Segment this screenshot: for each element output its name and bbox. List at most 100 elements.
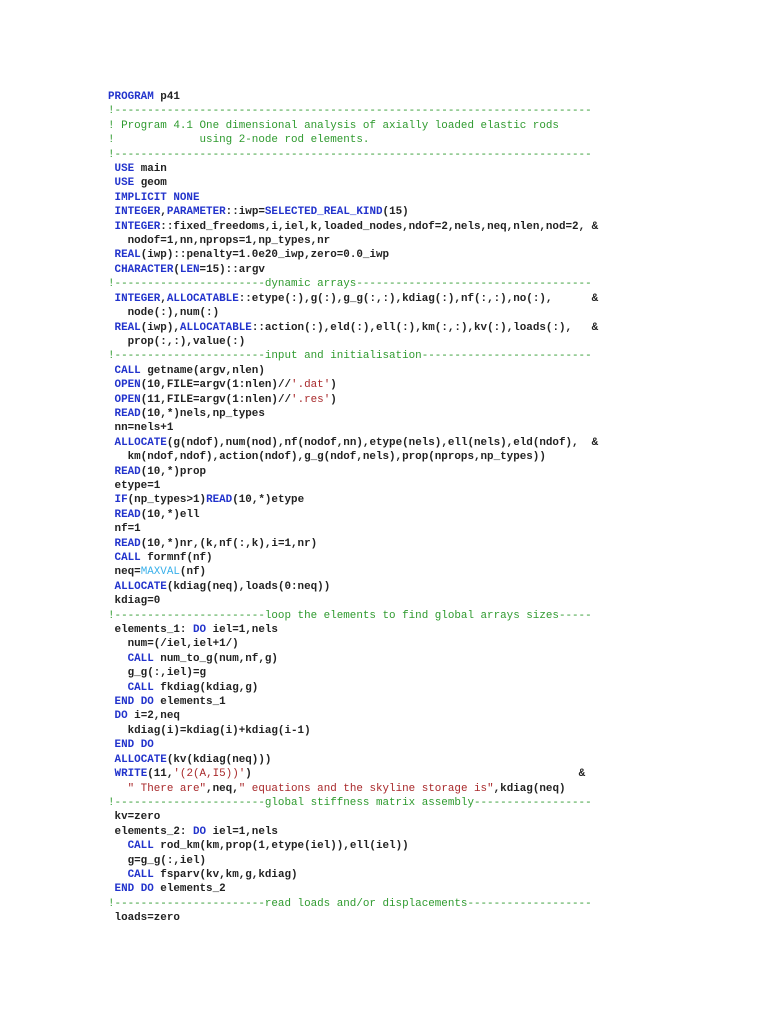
code-text: etype=1 xyxy=(108,479,161,492)
code-text: km(ndof,ndof),action(ndof),g_g(ndof,nels… xyxy=(108,451,546,464)
comment: !-----------------------input and initia… xyxy=(108,350,592,363)
keyword: WRITE xyxy=(114,768,148,781)
code-text: node(:),num(:) xyxy=(108,307,220,320)
code-line: ALLOCATE(kv(kdiag(neq))) xyxy=(108,753,598,767)
keyword: IF xyxy=(114,494,128,507)
code-line: nodof=1,nn,nprops=1,np_types,nr xyxy=(108,234,598,248)
code-line: num=(/iel,iel+1/) xyxy=(108,637,598,651)
code-text: (10,*)nr,(k,nf(:,k),i=1,nr) xyxy=(140,537,318,550)
code-text: kdiag(i)=kdiag(i)+kdiag(i-1) xyxy=(108,724,311,737)
code-text: (11,FILE=argv(1:nlen)// xyxy=(140,393,292,406)
code-line: REAL(iwp),ALLOCATABLE::action(:),eld(:),… xyxy=(108,321,599,335)
code-line: !-----------------------loop the element… xyxy=(108,609,598,623)
code-line: READ(10,*)ell xyxy=(108,508,598,522)
code-text: nf=1 xyxy=(108,523,141,536)
keyword: CALL xyxy=(114,552,141,564)
code-line: loads=zero xyxy=(108,911,598,925)
keyword: END DO xyxy=(114,739,154,752)
code-line: END DO elements_2 xyxy=(108,882,598,896)
code-text: i=2,neq xyxy=(127,710,180,723)
code-line: CALL rod_km(km,prop(1,etype(iel)),ell(ie… xyxy=(108,839,598,853)
keyword: ALLOCATABLE xyxy=(179,321,252,334)
code-text: (10,*)etype xyxy=(232,494,305,507)
string-literal: " equations and the skyline storage is" xyxy=(238,782,494,795)
code-line: elements_1: DO iel=1,nels xyxy=(108,623,598,637)
code-text: nodof=1,nn,nprops=1,np_types,nr xyxy=(108,235,331,248)
code-line: ! Program 4.1 One dimensional analysis o… xyxy=(108,119,598,133)
code-line: g_g(:,iel)=g xyxy=(108,666,598,680)
code-text: kdiag=0 xyxy=(108,595,161,608)
code-line: CALL fsparv(kv,km,g,kdiag) xyxy=(108,868,598,882)
keyword: DO xyxy=(192,825,207,838)
code-text: (nf) xyxy=(179,566,207,579)
keyword: OPEN xyxy=(114,379,141,392)
code-line: OPEN(11,FILE=argv(1:nlen)//'.res') xyxy=(108,393,598,407)
code-text: (np_types>1) xyxy=(127,494,207,507)
code-line: IF(np_types>1)READ(10,*)etype xyxy=(108,493,598,507)
code-text: neq= xyxy=(108,566,141,579)
code-line: neq=MAXVAL(nf) xyxy=(108,565,598,579)
keyword: USE xyxy=(114,163,135,176)
code-text: (10,*)ell xyxy=(140,508,200,521)
string-literal: " There are" xyxy=(127,782,207,795)
code-text: ::fixed_freedoms,i,iel,k,loaded_nodes,nd… xyxy=(160,220,599,233)
code-line: CALL num_to_g(num,nf,g) xyxy=(108,652,598,666)
keyword: INTEGER xyxy=(114,206,161,219)
code-text: ) & xyxy=(245,768,586,781)
code-line: PROGRAM p41 xyxy=(108,90,598,104)
code-text: ,neq, xyxy=(206,782,239,795)
code-text: kv=zero xyxy=(108,811,161,824)
code-text: (kv(kdiag(neq))) xyxy=(166,753,272,766)
code-text: elements_1: xyxy=(108,624,193,637)
code-text: ::iwp= xyxy=(225,206,265,219)
code-line: !-----------------------read loads and/o… xyxy=(108,897,598,911)
code-line: END DO elements_1 xyxy=(108,695,598,709)
code-line: nf=1 xyxy=(108,522,598,536)
code-text: getname(argv,nlen) xyxy=(140,364,265,377)
code-line: ALLOCATE(kdiag(neq),loads(0:neq)) xyxy=(108,580,598,594)
comment: !-----------------------dynamic arrays--… xyxy=(108,278,592,291)
keyword: REAL xyxy=(114,249,141,262)
keyword: OPEN xyxy=(114,393,141,406)
code-line: kdiag=0 xyxy=(108,594,598,608)
code-line: DO i=2,neq xyxy=(108,709,598,723)
code-line: kdiag(i)=kdiag(i)+kdiag(i-1) xyxy=(108,724,598,738)
keyword: ALLOCATE xyxy=(114,436,167,449)
code-line: USE main xyxy=(108,162,598,176)
keyword: END DO xyxy=(114,883,154,896)
code-line: READ(10,*)prop xyxy=(108,465,598,479)
code-text: (kdiag(neq),loads(0:neq)) xyxy=(166,580,331,593)
comment: ! using 2-node rod elements. xyxy=(108,134,370,147)
keyword: DO xyxy=(192,624,207,637)
code-line: !---------------------------------------… xyxy=(108,148,598,162)
intrinsic-function: MAXVAL xyxy=(140,566,180,579)
keyword: READ xyxy=(206,494,233,507)
code-text: nn=nels+1 xyxy=(108,422,174,435)
string-literal: '.res' xyxy=(291,393,331,406)
code-line: REAL(iwp)::penalty=1.0e20_iwp,zero=0.0_i… xyxy=(108,248,598,262)
keyword: READ xyxy=(114,465,141,478)
keyword: INTEGER xyxy=(114,292,161,305)
keyword: PROGRAM xyxy=(108,91,154,103)
code-text: (11, xyxy=(147,768,174,781)
code-line: !-----------------------dynamic arrays--… xyxy=(108,277,598,291)
code-line: CHARACTER(LEN=15)::argv xyxy=(108,263,598,277)
code-text: rod_km(km,prop(1,etype(iel)),ell(iel)) xyxy=(153,840,409,853)
keyword: CALL xyxy=(114,364,141,377)
keyword: PARAMETER xyxy=(166,206,226,219)
keyword: ALLOCATE xyxy=(114,753,167,766)
code-text: num_to_g(num,nf,g) xyxy=(153,652,278,665)
keyword: REAL xyxy=(114,321,141,334)
code-text: ) xyxy=(330,379,337,392)
code-text: ::etype(:),g(:),g_g(:,:),kdiag(:),nf(:,:… xyxy=(238,292,599,305)
code-line: CALL formnf(nf) xyxy=(108,551,598,565)
code-line: ! using 2-node rod elements. xyxy=(108,133,598,147)
code-text: formnf(nf) xyxy=(140,552,213,564)
code-text: (15) xyxy=(382,206,409,219)
code-text: fkdiag(kdiag,g) xyxy=(153,681,259,694)
code-line: READ(10,*)nr,(k,nf(:,k),i=1,nr) xyxy=(108,537,598,551)
code-text: prop(:,:),value(:) xyxy=(108,335,246,348)
